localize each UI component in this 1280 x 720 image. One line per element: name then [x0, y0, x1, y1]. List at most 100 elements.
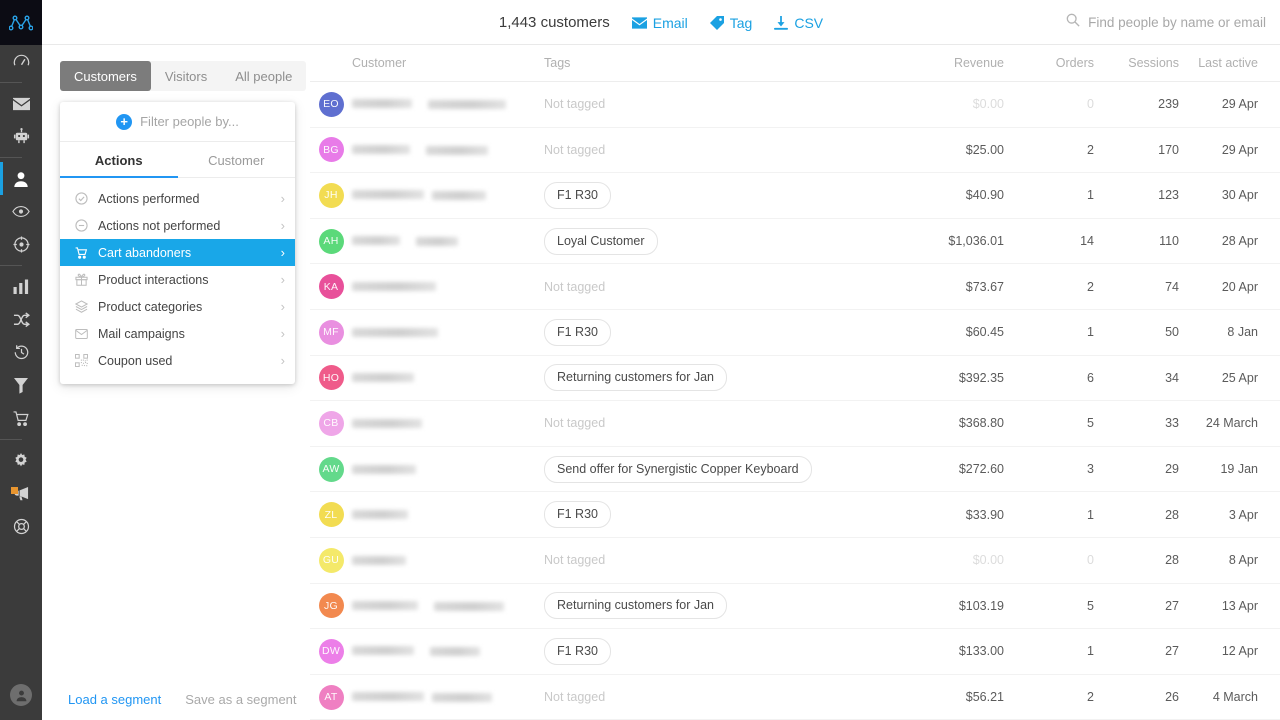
filter-option-coupon-used[interactable]: Coupon used › — [60, 347, 295, 374]
filter-tab-actions[interactable]: Actions — [60, 142, 178, 178]
customer-name-redacted[interactable] — [352, 553, 544, 568]
customer-name-redacted[interactable] — [352, 279, 544, 294]
audience-tab-customers[interactable]: Customers — [60, 61, 151, 91]
orders-value: 3 — [1087, 462, 1094, 477]
customer-name-redacted[interactable] — [352, 233, 544, 249]
person-icon — [13, 171, 29, 187]
rail-item-analytics[interactable] — [0, 270, 42, 303]
tag-pill[interactable]: Send offer for Synergistic Copper Keyboa… — [544, 455, 812, 483]
table-row[interactable]: BG Not tagged $25.00 2 170 29 Apr — [310, 128, 1280, 174]
csv-action[interactable]: CSV — [774, 15, 823, 31]
customer-name-redacted[interactable] — [352, 96, 544, 112]
tags-cell[interactable]: Loyal Customer — [544, 227, 874, 255]
customer-name-redacted[interactable] — [352, 598, 544, 614]
last-active-value: 25 Apr — [1221, 370, 1258, 385]
tags-cell[interactable]: Not tagged — [544, 688, 874, 706]
tags-cell[interactable]: F1 R30 — [544, 501, 874, 529]
customer-name-redacted[interactable] — [352, 507, 544, 522]
rail-item-automation[interactable] — [0, 120, 42, 153]
table-row[interactable]: HO Returning customers for Jan $392.35 6 34 2… — [310, 356, 1280, 402]
email-action[interactable]: Email — [631, 14, 688, 31]
header-customer[interactable]: Customer — [352, 56, 544, 70]
rail-item-email[interactable] — [0, 87, 42, 120]
table-row[interactable]: DW F1 R30 $133.00 1 27 12 Apr — [310, 629, 1280, 675]
rail-item-dashboard[interactable] — [0, 45, 42, 78]
tag-pill[interactable]: F1 R30 — [544, 501, 611, 529]
filter-people-by-button[interactable]: + Filter people by... — [60, 102, 295, 142]
filter-option-product-interactions[interactable]: Product interactions › — [60, 266, 295, 293]
header-last-active[interactable]: Last active — [1179, 56, 1280, 70]
tag-action[interactable]: Tag — [709, 15, 752, 31]
filter-option-actions-not-performed[interactable]: Actions not performed › — [60, 212, 295, 239]
rail-item-funnels[interactable] — [0, 303, 42, 336]
table-row[interactable]: ZL F1 R30 $33.90 1 28 3 Apr — [310, 492, 1280, 538]
load-a-segment-link[interactable]: Load a segment — [68, 692, 161, 707]
header-tags[interactable]: Tags — [544, 56, 874, 70]
header-revenue[interactable]: Revenue — [874, 56, 1004, 70]
tags-cell[interactable]: Not tagged — [544, 551, 874, 569]
tags-cell[interactable]: Not tagged — [544, 278, 874, 296]
rail-item-announcements[interactable] — [0, 477, 42, 510]
customer-name-redacted[interactable] — [352, 370, 544, 385]
tag-pill[interactable]: F1 R30 — [544, 318, 611, 346]
customer-name-redacted[interactable] — [352, 142, 544, 158]
tags-cell[interactable]: Send offer for Synergistic Copper Keyboa… — [544, 455, 874, 483]
rail-item-help[interactable] — [0, 510, 42, 543]
tag-pill[interactable]: F1 R30 — [544, 181, 611, 209]
table-row[interactable]: EO Not tagged $0.00 0 239 29 Apr — [310, 82, 1280, 128]
tags-cell[interactable]: Not tagged — [544, 95, 874, 113]
header-sessions[interactable]: Sessions — [1094, 56, 1179, 70]
tags-cell[interactable]: Returning customers for Jan — [544, 592, 874, 620]
customer-name-redacted[interactable] — [352, 689, 544, 705]
rail-item-targeting[interactable] — [0, 228, 42, 261]
header-orders[interactable]: Orders — [1004, 56, 1094, 70]
search-input[interactable]: Find people by name or email — [1066, 0, 1266, 45]
tag-pill[interactable]: Returning customers for Jan — [544, 364, 728, 392]
rail-item-orders[interactable] — [0, 402, 42, 435]
last-active-value: 29 Apr — [1221, 97, 1258, 112]
table-row[interactable]: JG Returning customers for Jan $103.19 5 27 1… — [310, 584, 1280, 630]
customer-name-redacted[interactable] — [352, 416, 544, 431]
tags-cell[interactable]: Not tagged — [544, 141, 874, 159]
account-avatar[interactable] — [0, 670, 42, 720]
customer-name-redacted[interactable] — [352, 187, 544, 203]
filter-option-label: Cart abandoners — [98, 245, 192, 260]
filter-option-product-categories[interactable]: Product categories › — [60, 293, 295, 320]
redaction-block — [352, 464, 416, 474]
metrilo-logo[interactable] — [0, 0, 42, 45]
tags-cell[interactable]: Not tagged — [544, 414, 874, 432]
tag-pill[interactable]: F1 R30 — [544, 637, 611, 665]
rail-item-retention[interactable] — [0, 336, 42, 369]
rail-item-people[interactable] — [0, 162, 42, 195]
filter-option-mail-campaigns[interactable]: Mail campaigns › — [60, 320, 295, 347]
rail-item-segments[interactable] — [0, 369, 42, 402]
rail-item-live-view[interactable] — [0, 195, 42, 228]
tag-pill[interactable]: Loyal Customer — [544, 227, 658, 255]
tags-cell[interactable]: F1 R30 — [544, 181, 874, 209]
table-row[interactable]: AW Send offer for Synergistic Copper Keyb… — [310, 447, 1280, 493]
customer-name-redacted[interactable] — [352, 462, 544, 477]
filter-option-cart-abandoners[interactable]: Cart abandoners › — [60, 239, 295, 266]
table-row[interactable]: JH F1 R30 $40.90 1 123 30 Apr — [310, 173, 1280, 219]
tag-pill[interactable]: Returning customers for Jan — [544, 592, 728, 620]
table-row[interactable]: AH Loyal Customer $1,036.01 14 110 28 Apr — [310, 219, 1280, 265]
top-bar: 1,443 customers Email Tag CSV Find peopl… — [42, 0, 1280, 45]
rail-item-settings[interactable] — [0, 444, 42, 477]
filter-option-actions-performed[interactable]: Actions performed › — [60, 185, 295, 212]
avatar-cell: ZL — [310, 502, 352, 528]
customer-name-redacted[interactable] — [352, 325, 544, 340]
table-row[interactable]: MF F1 R30 $60.45 1 50 8 Jan — [310, 310, 1280, 356]
tags-cell[interactable]: Returning customers for Jan — [544, 364, 874, 392]
table-row[interactable]: CB Not tagged $368.80 5 33 24 March — [310, 401, 1280, 447]
filter-tab-customer[interactable]: Customer — [178, 142, 296, 177]
table-row[interactable]: GU Not tagged $0.00 0 28 8 Apr — [310, 538, 1280, 584]
customer-name-redacted[interactable] — [352, 643, 544, 659]
table-row[interactable]: AT Not tagged $56.21 2 26 4 March — [310, 675, 1280, 720]
audience-tab-all-people[interactable]: All people — [221, 61, 306, 91]
audience-tab-visitors[interactable]: Visitors — [151, 61, 221, 91]
tags-cell[interactable]: F1 R30 — [544, 318, 874, 346]
save-as-a-segment-link[interactable]: Save as a segment — [185, 692, 296, 707]
email-action-label: Email — [652, 14, 688, 31]
table-row[interactable]: KA Not tagged $73.67 2 74 20 Apr — [310, 264, 1280, 310]
tags-cell[interactable]: F1 R30 — [544, 637, 874, 665]
